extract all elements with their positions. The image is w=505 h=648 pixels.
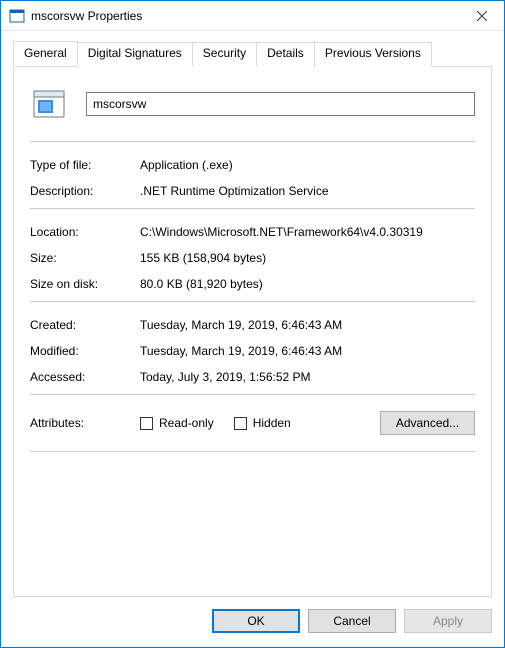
dialog-button-row: OK Cancel Apply [1, 597, 504, 647]
separator [30, 301, 475, 302]
tab-general[interactable]: General [13, 41, 78, 66]
label-attributes: Attributes: [30, 416, 140, 430]
client-area: General Digital Signatures Security Deta… [1, 31, 504, 597]
cancel-button[interactable]: Cancel [308, 609, 396, 633]
file-header-row [30, 85, 475, 137]
tab-security[interactable]: Security [192, 42, 257, 67]
tab-digital-signatures[interactable]: Digital Signatures [77, 42, 193, 67]
row-created: Created: Tuesday, March 19, 2019, 6:46:4… [30, 312, 475, 338]
readonly-checkbox-wrap[interactable]: Read-only [140, 416, 214, 430]
label-description: Description: [30, 184, 140, 198]
exe-file-icon [30, 85, 68, 123]
hidden-checkbox[interactable] [234, 417, 247, 430]
filename-input[interactable] [86, 92, 475, 116]
separator [30, 394, 475, 395]
value-size-on-disk: 80.0 KB (81,920 bytes) [140, 277, 475, 291]
row-location: Location: C:\Windows\Microsoft.NET\Frame… [30, 219, 475, 245]
label-accessed: Accessed: [30, 370, 140, 384]
row-accessed: Accessed: Today, July 3, 2019, 1:56:52 P… [30, 364, 475, 390]
general-panel: Type of file: Application (.exe) Descrip… [13, 66, 492, 597]
advanced-button[interactable]: Advanced... [380, 411, 475, 435]
row-type-of-file: Type of file: Application (.exe) [30, 152, 475, 178]
window-title: mscorsvw Properties [31, 9, 459, 23]
row-modified: Modified: Tuesday, March 19, 2019, 6:46:… [30, 338, 475, 364]
row-size-on-disk: Size on disk: 80.0 KB (81,920 bytes) [30, 271, 475, 297]
value-created: Tuesday, March 19, 2019, 6:46:43 AM [140, 318, 475, 332]
label-size-on-disk: Size on disk: [30, 277, 140, 291]
tab-strip: General Digital Signatures Security Deta… [13, 42, 492, 67]
row-attributes: Attributes: Read-only Hidden Advanced... [30, 405, 475, 439]
separator [30, 208, 475, 209]
label-size: Size: [30, 251, 140, 265]
label-modified: Modified: [30, 344, 140, 358]
value-size: 155 KB (158,904 bytes) [140, 251, 475, 265]
value-modified: Tuesday, March 19, 2019, 6:46:43 AM [140, 344, 475, 358]
value-location: C:\Windows\Microsoft.NET\Framework64\v4.… [140, 225, 475, 239]
readonly-label: Read-only [159, 416, 214, 430]
tab-previous-versions[interactable]: Previous Versions [314, 42, 432, 67]
label-created: Created: [30, 318, 140, 332]
properties-dialog: mscorsvw Properties General Digital Sign… [0, 0, 505, 648]
value-accessed: Today, July 3, 2019, 1:56:52 PM [140, 370, 475, 384]
value-type-of-file: Application (.exe) [140, 158, 475, 172]
ok-button[interactable]: OK [212, 609, 300, 633]
app-icon [9, 8, 25, 24]
row-description: Description: .NET Runtime Optimization S… [30, 178, 475, 204]
readonly-checkbox[interactable] [140, 417, 153, 430]
label-type-of-file: Type of file: [30, 158, 140, 172]
close-icon [477, 11, 487, 21]
hidden-checkbox-wrap[interactable]: Hidden [234, 416, 291, 430]
separator [30, 451, 475, 452]
hidden-label: Hidden [253, 416, 291, 430]
value-description: .NET Runtime Optimization Service [140, 184, 475, 198]
titlebar: mscorsvw Properties [1, 1, 504, 31]
separator [30, 141, 475, 142]
tab-details[interactable]: Details [256, 42, 315, 67]
label-location: Location: [30, 225, 140, 239]
apply-button[interactable]: Apply [404, 609, 492, 633]
row-size: Size: 155 KB (158,904 bytes) [30, 245, 475, 271]
close-button[interactable] [459, 1, 504, 31]
